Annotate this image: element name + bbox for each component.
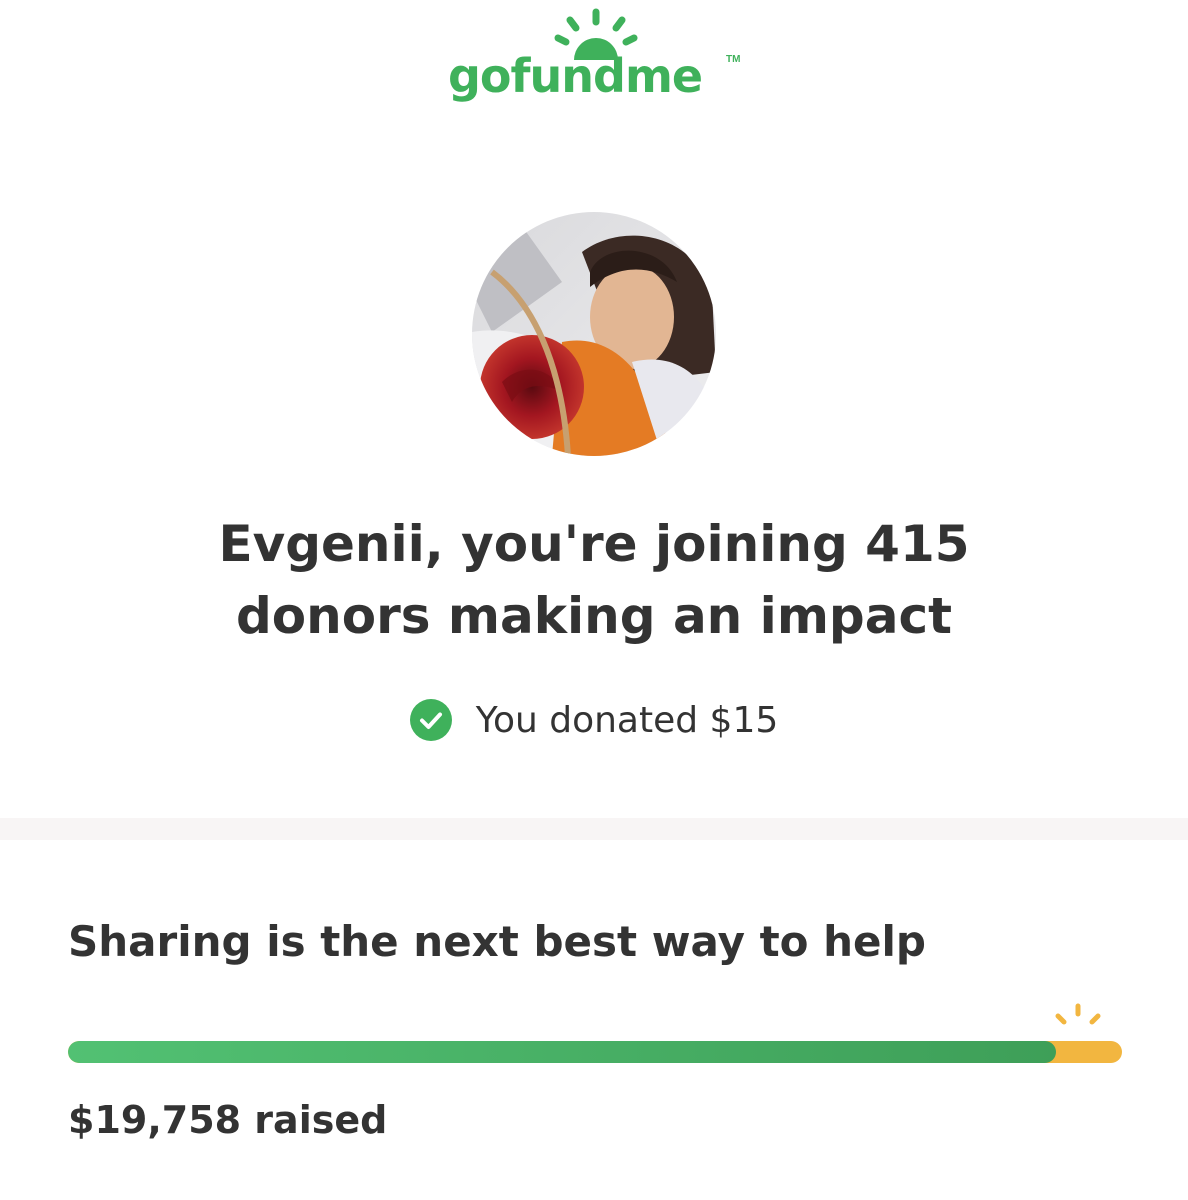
- donation-confirmation: You donated $15: [0, 694, 1188, 746]
- section-divider: [0, 818, 1188, 840]
- share-heading: Sharing is the next best way to help: [68, 917, 926, 966]
- headline-line-1: Evgenii, you're joining 415: [218, 515, 970, 573]
- headline-line-2: donors making an impact: [236, 587, 952, 645]
- headline: Evgenii, you're joining 415 donors makin…: [100, 508, 1088, 652]
- logo: gofundme TM: [0, 0, 1188, 120]
- sparkle-icon: [1055, 1003, 1101, 1025]
- progress-fill: [68, 1041, 1056, 1063]
- trademark-mark: TM: [726, 54, 741, 65]
- logo-wordmark: gofundme: [448, 49, 703, 103]
- check-circle-icon: [409, 699, 452, 741]
- fundraising-progress-bar: [68, 1041, 1122, 1063]
- fundraiser-avatar: [472, 212, 716, 456]
- donation-text: You donated $15: [475, 699, 779, 741]
- amount-raised: $19,758 raised: [68, 1098, 388, 1142]
